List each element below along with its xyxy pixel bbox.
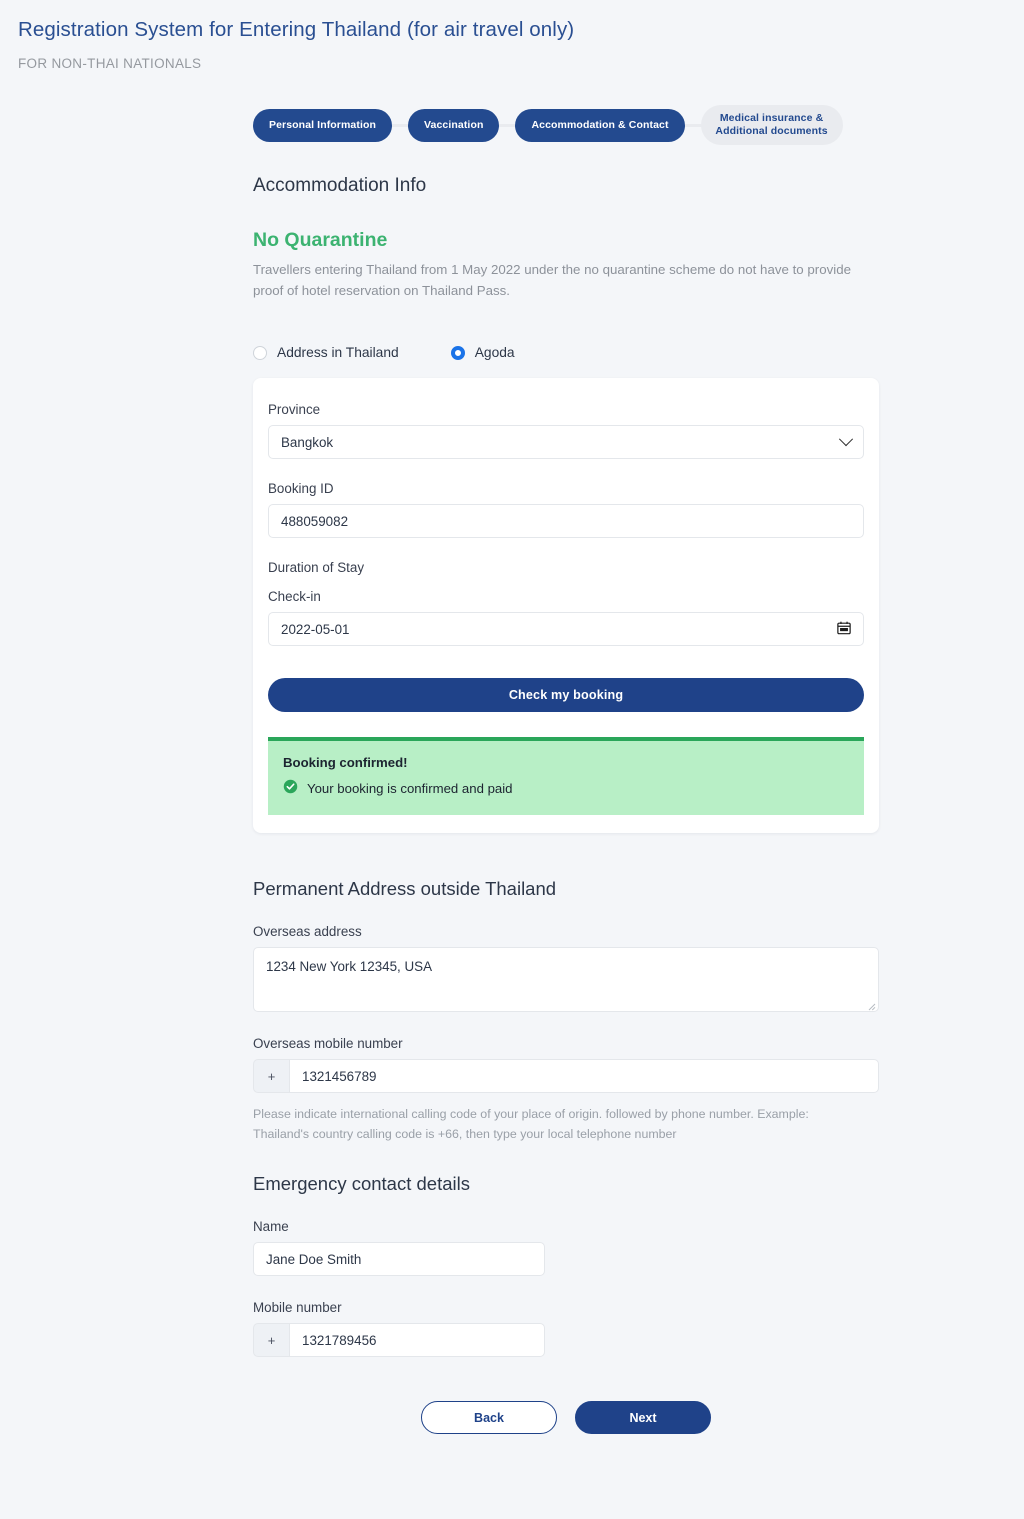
overseas-mobile-label: Overseas mobile number bbox=[253, 1036, 403, 1052]
overseas-address-label: Overseas address bbox=[253, 924, 362, 940]
emergency-mobile-label: Mobile number bbox=[253, 1300, 342, 1316]
overseas-address-textarea[interactable]: 1234 New York 12345, USA bbox=[253, 947, 879, 1013]
no-quarantine-heading: No Quarantine bbox=[253, 229, 388, 252]
step-accommodation-contact[interactable]: Accommodation & Contact bbox=[515, 108, 685, 142]
emergency-mobile-value: 1321789456 bbox=[302, 1332, 377, 1348]
emergency-contact-heading: Emergency contact details bbox=[253, 1173, 470, 1195]
stepper: Personal Information Vaccination Accommo… bbox=[0, 105, 1024, 146]
quarantine-note: Travellers entering Thailand from 1 May … bbox=[253, 262, 851, 298]
emergency-mobile-group: + 1321789456 bbox=[253, 1323, 545, 1358]
overseas-mobile-input[interactable]: 1321456789 bbox=[289, 1059, 879, 1094]
radio-label-agoda: Agoda bbox=[474, 345, 515, 361]
check-circle-icon bbox=[283, 779, 298, 797]
main-content: Accommodation Info No Quarantine Travell… bbox=[0, 175, 1024, 1435]
checkin-label: Check-in bbox=[268, 589, 321, 605]
radio-icon-checked[interactable] bbox=[450, 345, 465, 360]
phone-help-text: Please indicate international calling co… bbox=[253, 1107, 809, 1142]
page-title: Registration System for Entering Thailan… bbox=[18, 18, 575, 41]
alert-message: Your booking is confirmed and paid bbox=[307, 780, 513, 796]
radio-option-agoda[interactable]: Agoda bbox=[450, 345, 515, 361]
overseas-phone-prefix[interactable]: + bbox=[253, 1059, 289, 1094]
resize-handle-icon[interactable] bbox=[866, 999, 876, 1011]
calendar-icon[interactable] bbox=[837, 621, 851, 638]
check-my-booking-button[interactable]: Check my booking bbox=[268, 678, 864, 713]
emergency-phone-prefix[interactable]: + bbox=[253, 1323, 289, 1358]
emergency-mobile-input[interactable]: 1321789456 bbox=[289, 1323, 545, 1358]
booking-id-input[interactable]: 488059082 bbox=[268, 504, 864, 539]
alert-message-row: Your booking is confirmed and paid bbox=[283, 779, 849, 797]
booking-id-label: Booking ID bbox=[268, 481, 334, 497]
step-vaccination[interactable]: Vaccination bbox=[408, 108, 500, 142]
emergency-name-label: Name bbox=[253, 1219, 289, 1235]
step-medical-insurance[interactable]: Medical insurance & Additional documents bbox=[700, 105, 843, 146]
permanent-address-heading: Permanent Address outside Thailand bbox=[253, 878, 557, 900]
accommodation-type-radio-group: Address in Thailand Agoda bbox=[253, 345, 879, 360]
province-select[interactable]: Bangkok bbox=[268, 425, 864, 460]
radio-icon-unchecked[interactable] bbox=[253, 345, 267, 360]
alert-title: Booking confirmed! bbox=[283, 755, 408, 771]
checkin-date-input[interactable]: 2022-05-01 bbox=[268, 612, 864, 647]
back-button[interactable]: Back bbox=[421, 1401, 557, 1435]
radio-label-address-in-thailand: Address in Thailand bbox=[277, 345, 399, 361]
overseas-mobile-group: + 1321456789 bbox=[253, 1059, 879, 1094]
overseas-mobile-value: 1321456789 bbox=[302, 1068, 377, 1084]
radio-option-address-in-thailand[interactable]: Address in Thailand bbox=[253, 345, 399, 360]
checkin-value: 2022-05-01 bbox=[281, 621, 350, 637]
emergency-name-input[interactable]: Jane Doe Smith bbox=[253, 1242, 545, 1277]
step-personal-information[interactable]: Personal Information bbox=[253, 108, 393, 142]
chevron-down-icon[interactable] bbox=[838, 432, 854, 447]
booking-confirmed-alert: Booking confirmed! Your booking is confi… bbox=[268, 737, 864, 816]
footer-actions: Back Next bbox=[253, 1401, 879, 1435]
province-label: Province bbox=[268, 402, 321, 418]
agoda-booking-card: Province Bangkok Booking ID 488059082 Du… bbox=[253, 378, 879, 834]
booking-id-value: 488059082 bbox=[281, 513, 349, 529]
overseas-address-value: 1234 New York 12345, USA bbox=[266, 959, 433, 975]
next-button[interactable]: Next bbox=[575, 1401, 711, 1435]
accommodation-info-heading: Accommodation Info bbox=[253, 175, 427, 197]
province-value: Bangkok bbox=[281, 434, 334, 450]
page-header: Registration System for Entering Thailan… bbox=[0, 0, 1024, 71]
emergency-name-value: Jane Doe Smith bbox=[266, 1251, 362, 1267]
duration-of-stay-label: Duration of Stay bbox=[268, 560, 365, 576]
page-subtitle: FOR NON-THAI NATIONALS bbox=[18, 56, 202, 71]
